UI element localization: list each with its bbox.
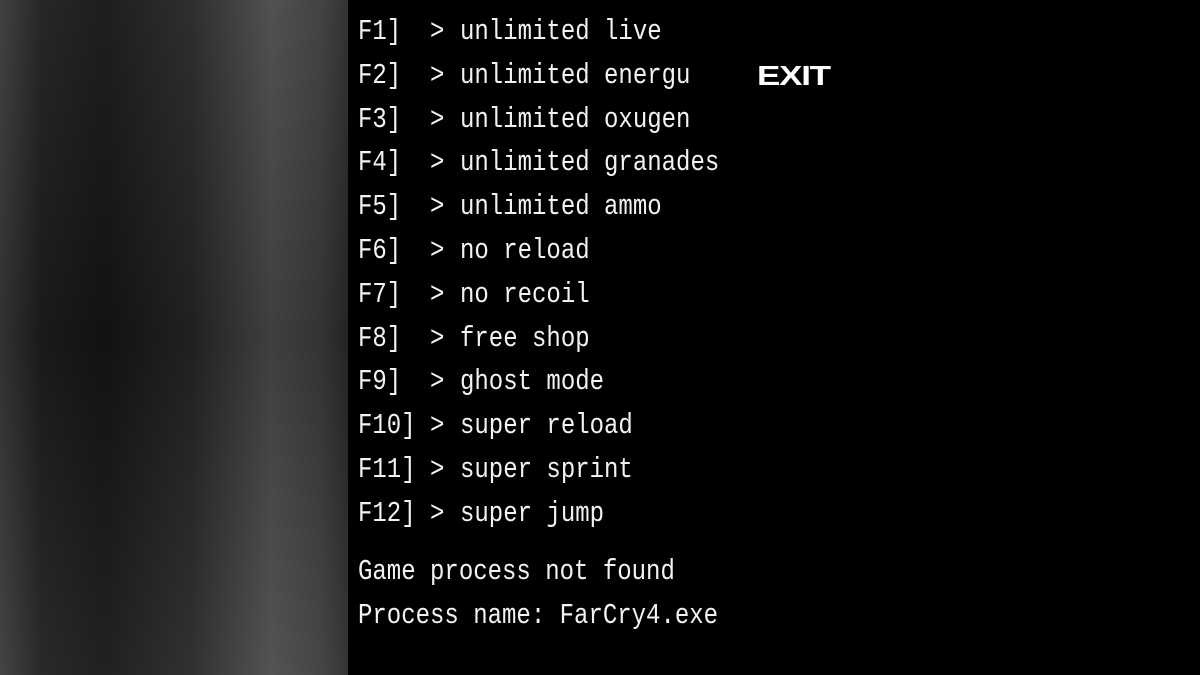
hotkey-key: F10]: [358, 410, 416, 443]
arrow-icon: >: [430, 278, 445, 312]
hotkey-label: super reload: [460, 410, 633, 443]
hotkey-label: unlimited granades: [460, 147, 720, 180]
arrow-icon: >: [430, 103, 445, 137]
hotkey-key: F11]: [358, 454, 416, 487]
process-name: Process name: FarCry4.exe: [358, 600, 719, 633]
exit-button[interactable]: EXIT: [757, 60, 831, 92]
arrow-icon: >: [430, 454, 445, 487]
hotkey-label: super sprint: [460, 454, 633, 487]
arrow-icon: >: [430, 235, 445, 268]
hotkey-label: no reload: [460, 235, 590, 268]
hotkey-label: no recoil: [460, 278, 590, 312]
hotkey-key: F1]: [358, 16, 402, 49]
hotkey-key: F3]: [358, 103, 402, 137]
hotkey-key: F8]: [358, 322, 402, 356]
trainer-panel: F1] > unlimited live F2] > unlimited energu F3…: [348, 0, 1200, 675]
arrow-icon: >: [430, 147, 445, 180]
hotkey-key: F7]: [358, 278, 402, 312]
arrow-icon: >: [430, 191, 445, 224]
hotkey-row[interactable]: F2] > unlimited energu: [358, 55, 690, 98]
hotkey-key: F4]: [358, 147, 402, 180]
hotkey-label: unlimited ammo: [460, 191, 662, 224]
hotkey-label: ghost mode: [460, 366, 605, 399]
hotkey-row[interactable]: F10] > super reload: [358, 406, 633, 449]
hotkey-key: F5]: [358, 191, 402, 224]
arrow-icon: >: [430, 16, 445, 49]
arrow-icon: >: [430, 59, 445, 93]
arrow-icon: >: [430, 366, 445, 399]
hotkey-row[interactable]: F12] > super jump: [358, 493, 604, 536]
hotkey-row[interactable]: F5] > unlimited ammo: [358, 187, 662, 230]
blurred-background: [0, 0, 348, 675]
hotkey-key: F2]: [358, 59, 402, 93]
hotkey-row[interactable]: F11] > super sprint: [358, 449, 633, 492]
hotkey-key: F12]: [358, 497, 416, 531]
hotkey-row[interactable]: F8] > free shop: [358, 318, 590, 361]
hotkey-row[interactable]: F9] > ghost mode: [358, 362, 604, 405]
arrow-icon: >: [430, 497, 445, 531]
hotkey-label: free shop: [460, 322, 590, 356]
hotkey-label: super jump: [460, 497, 605, 531]
hotkey-row[interactable]: F1] > unlimited live: [358, 11, 662, 54]
hotkey-row[interactable]: F7] > no recoil: [358, 274, 590, 317]
hotkey-row[interactable]: F3] > unlimited oxugen: [358, 99, 690, 142]
arrow-icon: >: [430, 322, 445, 356]
hotkey-key: F9]: [358, 366, 402, 399]
hotkey-key: F6]: [358, 235, 402, 268]
arrow-icon: >: [430, 410, 445, 443]
hotkey-label: unlimited oxugen: [460, 103, 691, 137]
hotkey-row[interactable]: F6] > no reload: [358, 230, 590, 273]
hotkey-label: unlimited live: [460, 16, 662, 49]
status-message: Game process not found: [358, 556, 675, 589]
hotkey-label: unlimited energu: [460, 59, 691, 93]
hotkey-row[interactable]: F4] > unlimited granades: [358, 143, 719, 186]
